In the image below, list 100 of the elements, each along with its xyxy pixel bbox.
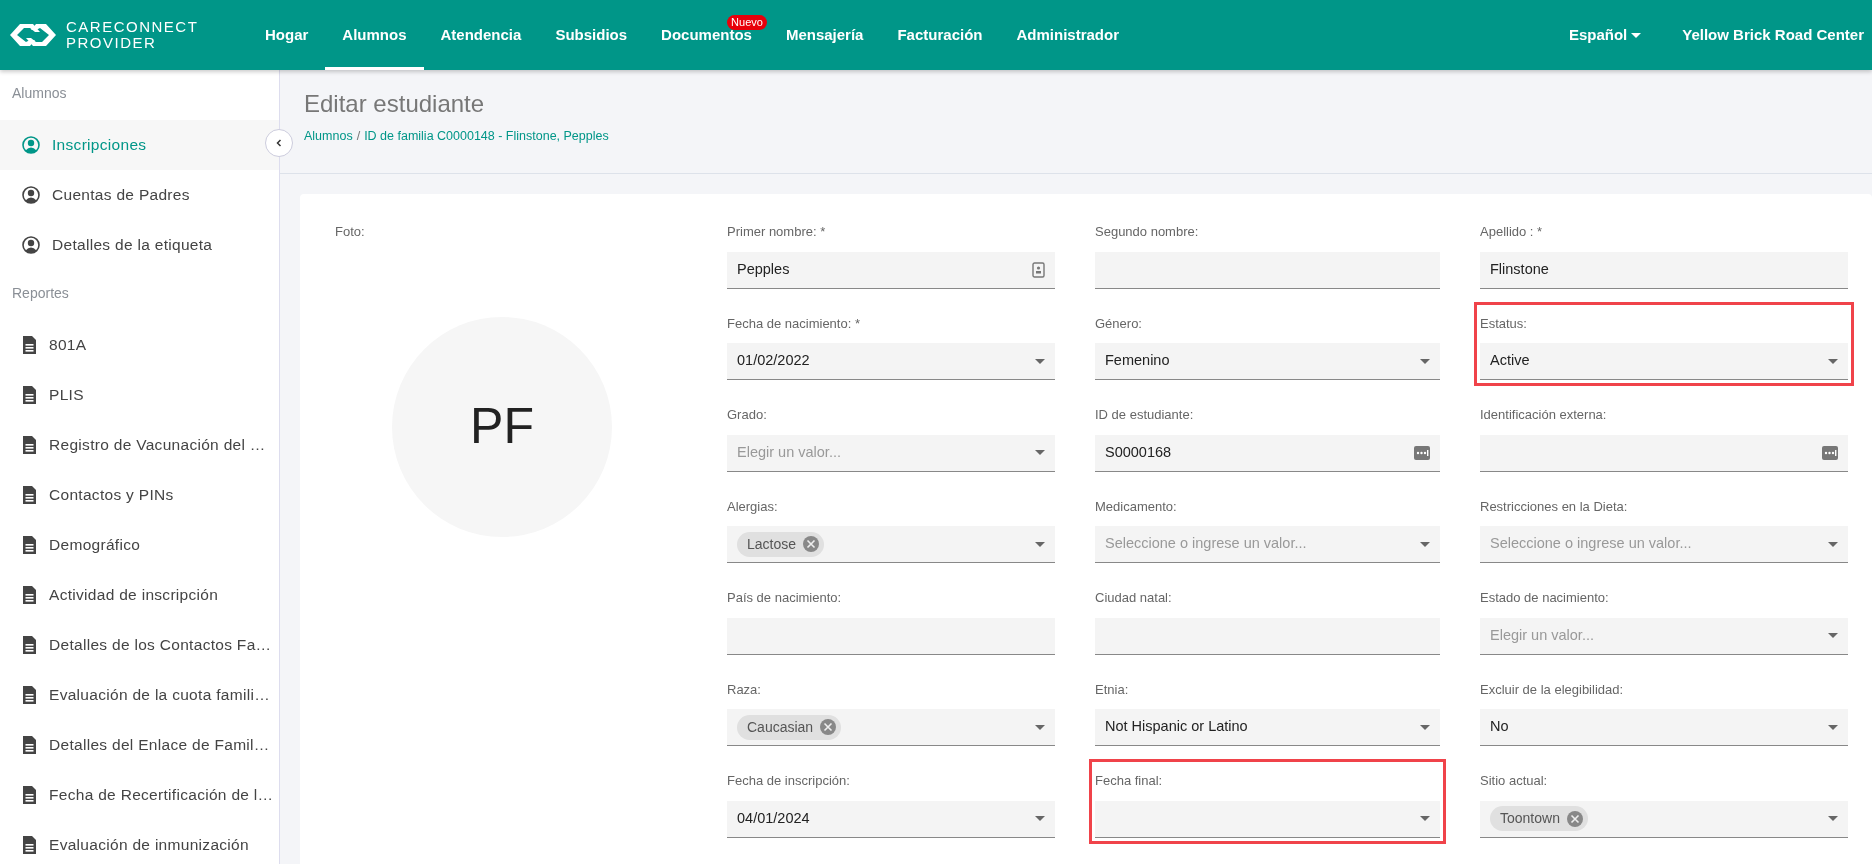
document-icon <box>22 336 37 354</box>
nav-tab[interactable]: Alumnos <box>325 0 424 70</box>
document-icon <box>22 836 37 854</box>
breadcrumb-link[interactable]: Alumnos <box>304 126 353 146</box>
new-badge: Nuevo <box>727 15 767 30</box>
caret-icon <box>1035 450 1045 455</box>
input-field[interactable] <box>1480 434 1848 472</box>
sidebar-item[interactable]: Registro de Vacunación del … <box>0 420 279 470</box>
field-label: Apellido : * <box>1480 223 1544 241</box>
sidebar-item[interactable]: Detalles del Enlace de Famil… <box>0 720 279 770</box>
caret-icon <box>1828 724 1838 730</box>
person-icon <box>22 186 40 204</box>
field-label: Estatus: <box>1480 314 1528 333</box>
sidebar-item[interactable]: Detalles de los Contactos Fa… <box>0 620 279 670</box>
select-field[interactable]: 01/02/2022 <box>727 343 1055 380</box>
language-dropdown[interactable]: Español <box>1568 0 1642 70</box>
tag-select-field[interactable]: Lactose <box>727 526 1055 563</box>
input-field[interactable] <box>1095 251 1440 289</box>
sidebar-heading: Alumnos <box>11 84 68 103</box>
sidebar-item[interactable]: Inscripciones <box>0 120 279 170</box>
input-field[interactable] <box>727 617 1055 655</box>
input-field[interactable]: Pepples <box>727 251 1055 289</box>
field-label: Fecha de inscripción: <box>727 772 851 790</box>
tag-chip[interactable]: Toontown <box>1490 806 1588 831</box>
document-icon <box>22 486 37 504</box>
field-label: Restricciones en la Dieta: <box>1480 497 1629 516</box>
document-icon <box>22 436 37 454</box>
select-field[interactable]: Not Hispanic or Latino <box>1095 709 1440 746</box>
page-title: Editar estudiante <box>304 90 486 119</box>
nav-tab[interactable]: Hogar <box>248 0 326 70</box>
ellipsis-icon <box>1822 445 1838 460</box>
field-label: País de nacimiento: <box>727 589 843 607</box>
field-label: Fecha de nacimiento: * <box>727 314 861 333</box>
field-label: Identificación externa: <box>1480 406 1608 424</box>
nav-tab[interactable]: Mensajería <box>768 0 881 70</box>
tag-select-field[interactable]: Caucasian <box>727 709 1055 746</box>
field-label: Fecha final: <box>1095 772 1164 790</box>
remove-icon <box>802 535 821 553</box>
sidebar-item[interactable]: Contactos y PINs <box>0 470 279 520</box>
caret-icon <box>1828 633 1838 638</box>
sidebar-item[interactable]: Evaluación de inmunización <box>0 820 279 864</box>
document-icon <box>22 786 37 804</box>
sidebar-item[interactable]: Actividad de inscripción <box>0 570 279 620</box>
nav-tab[interactable]: Documentos Nuevo <box>644 0 769 70</box>
nav-tab[interactable]: Atendencia <box>423 0 539 70</box>
input-field[interactable]: Flinstone <box>1480 251 1848 289</box>
field-label: Ciudad natal: <box>1095 589 1173 607</box>
caret-icon <box>1035 541 1045 547</box>
sidebar-item[interactable]: PLIS <box>0 370 279 420</box>
sidebar-item[interactable]: Evaluación de la cuota famili… <box>0 670 279 720</box>
person-icon <box>22 236 40 254</box>
caret-icon <box>1420 816 1430 821</box>
select-field[interactable] <box>1095 800 1440 838</box>
document-icon <box>22 586 37 604</box>
tag-chip[interactable]: Lactose <box>737 531 825 557</box>
remove-icon <box>819 718 838 736</box>
chevron-left-icon <box>274 138 284 148</box>
brand-subtitle: PROVIDER <box>66 35 158 51</box>
field-label: Medicamento: <box>1095 497 1178 516</box>
sidebar-item[interactable]: 801A <box>0 320 279 370</box>
caret-icon <box>1828 541 1838 547</box>
field-label: Alergias: <box>727 497 779 516</box>
select-field[interactable]: No <box>1480 709 1848 746</box>
document-icon <box>22 636 37 654</box>
field-label: Excluir de la elegibilidad: <box>1480 680 1625 699</box>
caret-icon <box>1828 816 1838 821</box>
field-label: Etnia: <box>1095 680 1130 699</box>
select-field[interactable]: Femenino <box>1095 343 1440 380</box>
center-menu[interactable]: Yellow Brick Road Center <box>1665 0 1864 70</box>
sidebar-item[interactable]: Cuentas de Padres <box>0 170 279 220</box>
caret-icon <box>1420 724 1430 730</box>
breadcrumb-separator: / <box>356 127 361 145</box>
nav-tab[interactable]: Facturación <box>880 0 1000 70</box>
document-icon <box>22 736 37 754</box>
ellipsis-icon <box>1414 445 1430 460</box>
sidebar-heading: Reportes <box>11 284 70 303</box>
logo-icon <box>8 22 58 48</box>
contact-card-icon <box>1032 261 1045 278</box>
tag-select-field[interactable]: Toontown <box>1480 800 1848 838</box>
field-label: Segundo nombre: <box>1095 223 1200 241</box>
select-field[interactable]: 04/01/2024 <box>727 800 1055 838</box>
tag-chip[interactable]: Caucasian <box>737 714 842 740</box>
nav-tab[interactable]: Administrador <box>999 0 1136 70</box>
caret-icon <box>1035 724 1045 730</box>
nav-tab[interactable]: Subsidios <box>538 0 645 70</box>
sidebar-item[interactable]: Fecha de Recertificación de l… <box>0 770 279 820</box>
remove-icon <box>1565 809 1584 828</box>
caret-icon <box>1420 358 1430 364</box>
input-field[interactable] <box>1095 617 1440 655</box>
select-field[interactable]: Active <box>1480 343 1848 380</box>
field-label: Género: <box>1095 314 1143 333</box>
field-label: Sitio actual: <box>1480 772 1549 790</box>
brand-name: CARECONNECT <box>66 19 199 35</box>
sidebar-item[interactable]: Detalles de la etiqueta <box>0 220 279 270</box>
breadcrumb-link[interactable]: ID de familia C0000148 - Flinstone, Pepples <box>364 126 609 146</box>
input-field[interactable]: S0000168 <box>1095 434 1440 472</box>
document-icon <box>22 536 37 554</box>
document-icon <box>22 686 37 704</box>
caret-icon <box>1420 541 1430 547</box>
sidebar-item[interactable]: Demográfico <box>0 520 279 570</box>
